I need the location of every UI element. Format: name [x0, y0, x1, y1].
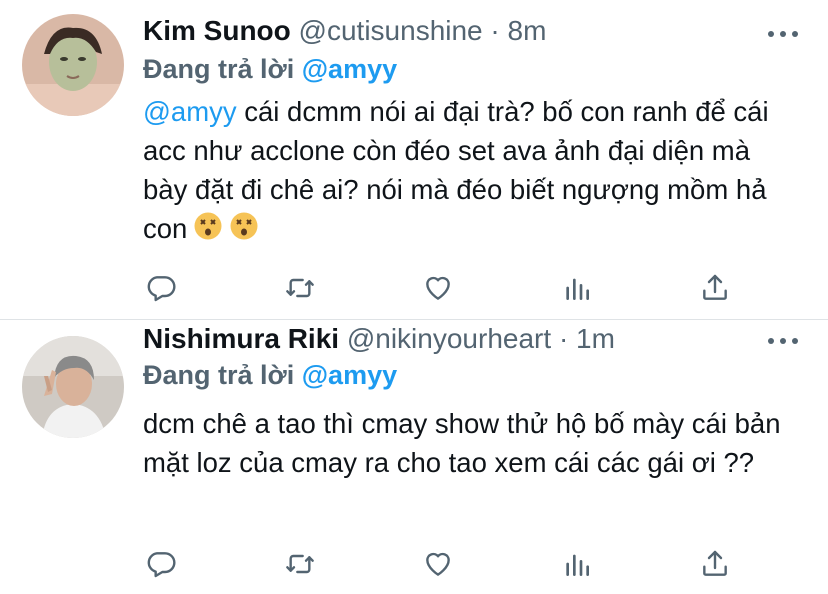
tweet[interactable]: Kim Sunoo @cutisunshine · 8m Đang trả lờ…: [0, 0, 828, 320]
share-icon[interactable]: [697, 546, 733, 582]
reply-icon[interactable]: [143, 546, 179, 582]
tweet-actions: [143, 546, 733, 582]
mention-link[interactable]: @amyy: [143, 96, 237, 127]
user-handle[interactable]: @cutisunshine: [299, 15, 483, 46]
analytics-icon[interactable]: [559, 546, 595, 582]
replying-to: Đang trả lời @amyy: [143, 54, 397, 85]
tweet-text: dcm chê a tao thì cmay show thử hộ bố mà…: [143, 404, 793, 482]
timestamp[interactable]: 8m: [508, 15, 547, 46]
more-icon[interactable]: [768, 31, 798, 37]
more-icon[interactable]: [768, 338, 798, 344]
tweet-header: Nishimura Riki @nikinyourheart · 1m: [143, 322, 615, 356]
avatar[interactable]: [22, 336, 124, 438]
replying-mention-link[interactable]: @amyy: [302, 54, 397, 84]
reply-icon[interactable]: [143, 270, 179, 306]
share-icon[interactable]: [697, 270, 733, 306]
replying-to: Đang trả lời @amyy: [143, 360, 397, 391]
replying-prefix: Đang trả lời: [143, 54, 295, 84]
tweet[interactable]: Nishimura Riki @nikinyourheart · 1m Đang…: [0, 320, 828, 594]
tweet-header: Kim Sunoo @cutisunshine · 8m: [143, 14, 546, 48]
retweet-icon[interactable]: [282, 546, 318, 582]
like-icon[interactable]: [420, 546, 456, 582]
avatar[interactable]: [22, 14, 124, 116]
retweet-icon[interactable]: [282, 270, 318, 306]
tweet-text: @amyy cái dcmm nói ai đại trà? bố con ra…: [143, 92, 793, 251]
tweet-actions: [143, 270, 733, 306]
analytics-icon[interactable]: [559, 270, 595, 306]
dizzy-face-emoji: [229, 211, 259, 251]
display-name[interactable]: Kim Sunoo: [143, 15, 291, 46]
replying-mention-link[interactable]: @amyy: [302, 360, 397, 390]
separator-dot: ·: [558, 323, 569, 354]
tweet-body: dcm chê a tao thì cmay show thử hộ bố mà…: [143, 408, 781, 478]
separator-dot: ·: [490, 15, 500, 46]
user-handle[interactable]: @nikinyourheart: [347, 323, 551, 354]
timestamp[interactable]: 1m: [576, 323, 615, 354]
like-icon[interactable]: [420, 270, 456, 306]
dizzy-face-emoji: [193, 211, 223, 251]
replying-prefix: Đang trả lời: [143, 360, 295, 390]
display-name[interactable]: Nishimura Riki: [143, 323, 339, 354]
